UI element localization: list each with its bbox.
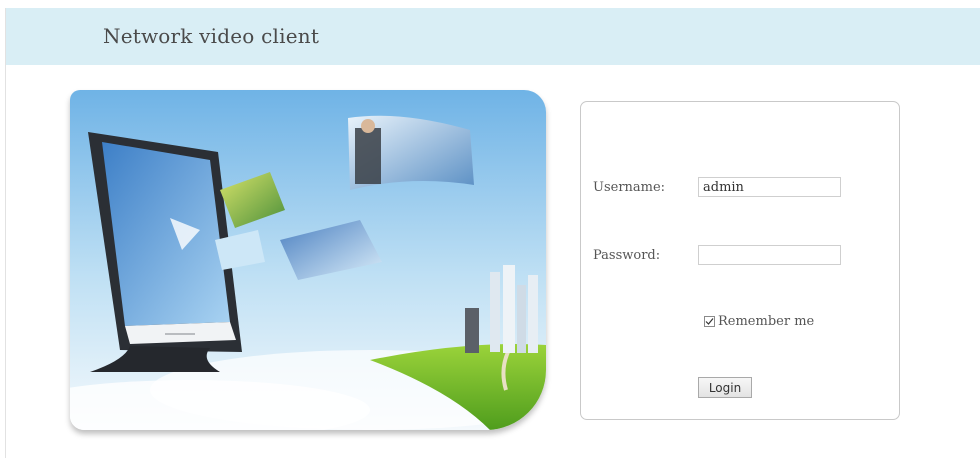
app-title: Network video client xyxy=(103,24,320,48)
remember-me-checkbox[interactable] xyxy=(704,316,715,327)
checkmark-icon xyxy=(705,318,714,325)
login-page: Network video client Username: admin Pas… xyxy=(0,0,980,458)
password-label: Password: xyxy=(593,248,661,263)
login-button[interactable]: Login xyxy=(698,377,752,398)
monitor-illustration-icon xyxy=(70,90,546,430)
username-label: Username: xyxy=(593,180,666,195)
remember-me-option[interactable]: Remember me xyxy=(704,314,814,329)
hero-illustration xyxy=(70,90,546,430)
header-bar: Network video client xyxy=(6,8,980,65)
password-field[interactable] xyxy=(698,245,841,265)
page-divider xyxy=(5,8,6,458)
login-panel: Username: Password: Remember me Login xyxy=(580,101,900,420)
remember-me-label: Remember me xyxy=(718,314,815,329)
username-field[interactable] xyxy=(698,177,841,197)
